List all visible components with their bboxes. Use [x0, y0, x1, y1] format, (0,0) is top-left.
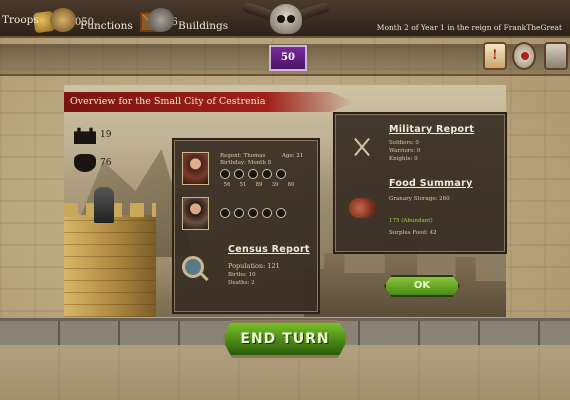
- skill-icon: [276, 208, 286, 218]
- regent-portrait[interactable]: [182, 152, 209, 185]
- functions-icon: [50, 8, 76, 32]
- food-surplus: Surplus Food: 42: [389, 230, 437, 236]
- fort-stat: 19: [74, 126, 111, 144]
- fort-icon: [74, 127, 96, 144]
- skill-value: 51: [239, 182, 247, 188]
- food-title: Food Summary: [389, 178, 473, 189]
- skill-value: 89: [255, 182, 263, 188]
- end-turn-button[interactable]: END TURN: [222, 320, 348, 358]
- military-soldiers: Soldiers: 0: [389, 140, 419, 146]
- regent-age: Age: 21: [282, 153, 304, 159]
- skill-icon: [248, 169, 258, 179]
- military-title: Military Report: [389, 124, 475, 135]
- skill-icon: [262, 169, 272, 179]
- regent-skill-icons: [220, 169, 286, 179]
- skill-icon: [220, 169, 230, 179]
- crossed-swords-icon: [351, 136, 373, 158]
- skill-icon: [262, 208, 272, 218]
- quest-scroll-button[interactable]: [483, 42, 507, 70]
- overview-title: Overview for the Small City of Cestrenia: [70, 96, 266, 107]
- skill-icon: [220, 208, 230, 218]
- census-births: Births: 10: [228, 272, 256, 278]
- heir-skill-icons: [220, 208, 286, 218]
- overview-banner: Overview for the Small City of Cestrenia: [64, 92, 354, 112]
- castle-tower: [64, 203, 156, 317]
- food-icon: [349, 198, 375, 218]
- skull-icon: [270, 4, 302, 34]
- food-granary: Granary Storage: 260: [389, 196, 450, 202]
- ok-button[interactable]: OK: [384, 275, 460, 297]
- skull-eye: [287, 15, 295, 23]
- sound-toggle-button[interactable]: [544, 42, 568, 70]
- fort-value: 19: [100, 130, 112, 140]
- happiness-value: 76: [100, 158, 112, 168]
- buildings-button[interactable]: Buildings: [148, 8, 229, 38]
- regent-name: Regent: Thomas: [220, 153, 266, 159]
- troops-label: Troops: [2, 14, 39, 26]
- happiness-stat: 76: [74, 154, 111, 172]
- reign-status: Month 2 of Year 1 in the reign of FrankT…: [376, 23, 562, 32]
- buildings-icon: [148, 8, 174, 32]
- skill-value: 80: [287, 182, 295, 188]
- magnifier-icon: [182, 256, 204, 278]
- military-knights: Knights: 0: [389, 156, 418, 162]
- theatre-mask-icon: [74, 154, 96, 172]
- military-food-card: Military Report Soldiers: 0 Warriors: 0 …: [333, 112, 507, 254]
- skill-icon: [234, 169, 244, 179]
- regent-birthday: Birthday: Month 8: [220, 160, 272, 166]
- horn-right: [297, 1, 331, 21]
- regent-census-card: Regent: Thomas Age: 21 Birthday: Month 8…: [172, 138, 320, 314]
- turn-counter: 50: [269, 45, 307, 71]
- military-warriors: Warriors: 0: [389, 148, 421, 154]
- functions-label: Functions: [80, 20, 133, 32]
- census-deaths: Deaths: 2: [228, 280, 255, 286]
- census-title: Census Report: [228, 244, 310, 255]
- knight-figure: [94, 187, 114, 223]
- functions-button[interactable]: Functions: [50, 8, 133, 38]
- skill-value: 56: [223, 182, 231, 188]
- regent-skill-values: 56 51 89 39 80: [222, 182, 296, 188]
- skill-icon: [276, 169, 286, 179]
- messages-seal-button[interactable]: [512, 42, 536, 70]
- buildings-label: Buildings: [178, 20, 229, 32]
- heir-portrait[interactable]: [182, 197, 209, 230]
- troops-button[interactable]: Troops: [2, 14, 39, 26]
- census-population: Population: 121: [228, 262, 280, 270]
- skull-eye: [277, 15, 285, 23]
- skill-icon: [234, 208, 244, 218]
- skull-emblem: [241, 0, 331, 44]
- food-status: 175 (Abundant): [389, 218, 433, 224]
- skill-icon: [248, 208, 258, 218]
- skill-value: 39: [271, 182, 279, 188]
